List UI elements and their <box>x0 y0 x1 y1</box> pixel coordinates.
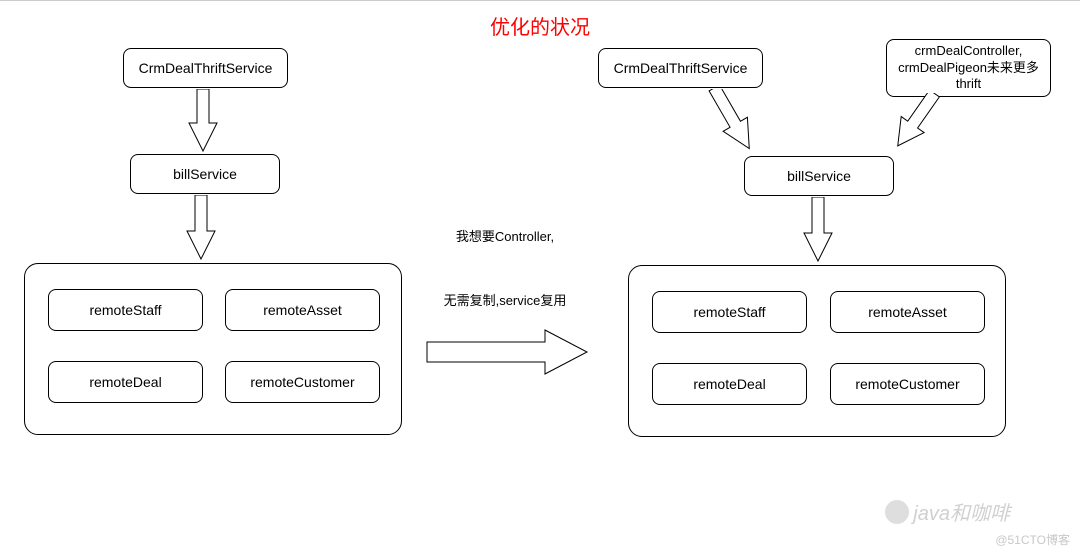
right-remote-staff-label: remoteStaff <box>693 303 765 321</box>
right-remote-asset-label: remoteAsset <box>868 303 947 321</box>
arrow-right-right-diag <box>862 93 962 165</box>
left-remote-staff: remoteStaff <box>48 289 203 331</box>
arrow-left-2 <box>183 195 219 261</box>
right-remote-staff: remoteStaff <box>652 291 807 333</box>
left-bill-box: billService <box>130 154 280 194</box>
left-remote-asset: remoteAsset <box>225 289 380 331</box>
left-remote-customer: remoteCustomer <box>225 361 380 403</box>
right-bill-box: billService <box>744 156 894 196</box>
right-remote-deal: remoteDeal <box>652 363 807 405</box>
left-remote-deal-label: remoteDeal <box>89 373 161 391</box>
right-controller-label: crmDealController, crmDealPigeon未来更多thri… <box>891 43 1046 94</box>
left-crm-box: CrmDealThriftService <box>123 48 288 88</box>
arrow-right-left-diag <box>688 89 788 161</box>
left-remote-asset-label: remoteAsset <box>263 301 342 319</box>
right-remote-deal-label: remoteDeal <box>693 375 765 393</box>
arrow-left-1 <box>185 89 221 153</box>
right-crm-box: CrmDealThriftService <box>598 48 763 88</box>
left-remote-customer-label: remoteCustomer <box>250 373 354 391</box>
diagram-title: 优化的状况 <box>490 11 590 40</box>
wechat-icon <box>885 500 909 524</box>
right-bill-label: billService <box>787 167 851 185</box>
mid-text-1: 我想要Controller, <box>455 227 555 247</box>
arrow-right-down <box>800 197 836 263</box>
wechat-watermark: java和咖啡 <box>885 497 1010 526</box>
right-remote-customer: remoteCustomer <box>830 363 985 405</box>
right-controller-box: crmDealController, crmDealPigeon未来更多thri… <box>886 39 1051 97</box>
right-remote-asset: remoteAsset <box>830 291 985 333</box>
right-crm-label: CrmDealThriftService <box>614 59 748 77</box>
arrow-middle <box>425 328 590 376</box>
left-bill-label: billService <box>173 165 237 183</box>
mid-text-2: 无需复制,service复用 <box>440 291 570 311</box>
left-remote-deal: remoteDeal <box>48 361 203 403</box>
left-crm-label: CrmDealThriftService <box>139 59 273 77</box>
cto-watermark: @51CTO博客 <box>995 531 1070 548</box>
right-remote-customer-label: remoteCustomer <box>855 375 959 393</box>
left-remote-staff-label: remoteStaff <box>89 301 161 319</box>
